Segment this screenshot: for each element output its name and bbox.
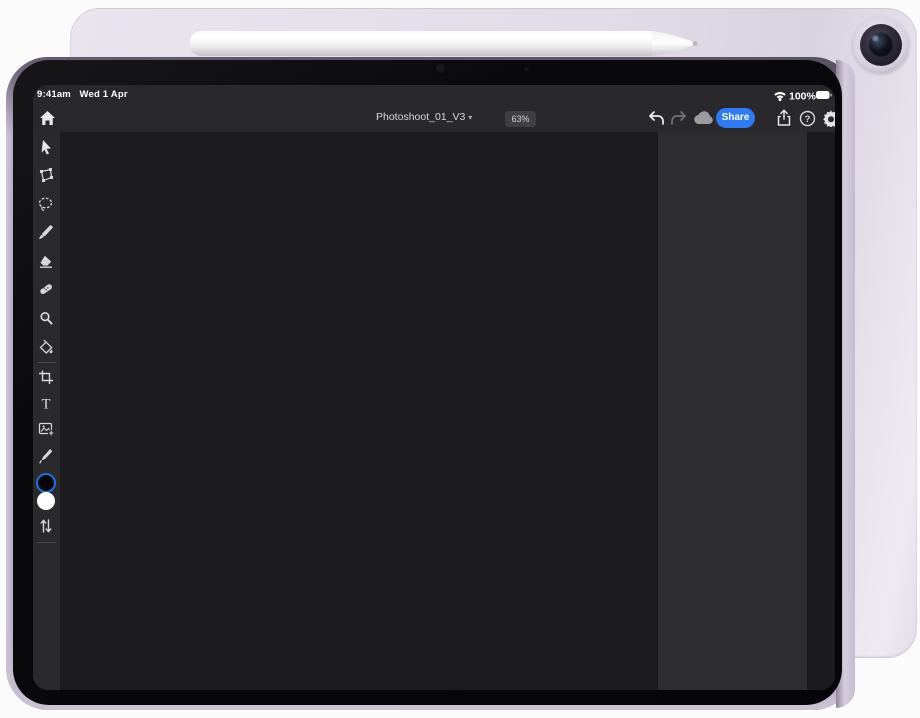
svg-text:100%: 100% (789, 91, 817, 103)
svg-text:T: T (42, 397, 51, 412)
svg-text:?: ? (805, 114, 811, 125)
